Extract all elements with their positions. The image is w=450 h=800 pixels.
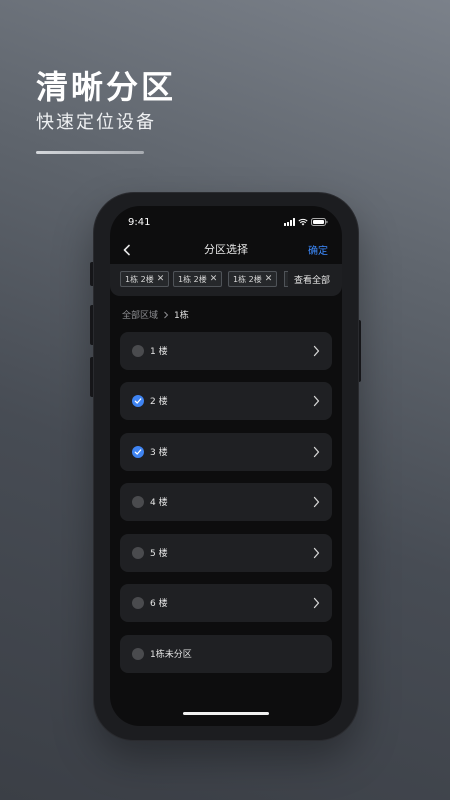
close-icon[interactable]: ✕	[157, 274, 165, 284]
radio-unchecked-icon[interactable]	[132, 345, 144, 357]
close-icon[interactable]: ✕	[265, 274, 273, 284]
radio-unchecked-icon[interactable]	[132, 496, 144, 508]
floor-label: 4 楼	[150, 498, 168, 508]
checkmark-icon[interactable]	[132, 395, 144, 407]
hero-divider	[36, 151, 144, 154]
floor-item[interactable]: 1栋未分区	[120, 635, 332, 673]
selected-chip[interactable]: 1栋 2楼 ✕	[173, 271, 223, 287]
phone-screen: 9:41 分区选择 确定 1栋 2楼 ✕ 1栋 2楼 ✕ 1栋 2楼 ✕ 查看全…	[110, 206, 342, 726]
home-indicator	[183, 712, 269, 715]
breadcrumb: 全部区域 1栋	[122, 308, 189, 321]
floor-item[interactable]: 5 楼	[120, 534, 332, 572]
floor-item[interactable]: 1 楼	[120, 332, 332, 370]
selected-chip-partial	[284, 271, 288, 287]
floor-label: 1栋未分区	[150, 650, 192, 660]
status-icons	[284, 218, 328, 226]
hero-subtitle: 快速定位设备	[36, 112, 156, 133]
view-all-button[interactable]: 查看全部	[289, 273, 330, 286]
chip-label: 1栋 2楼	[233, 274, 262, 284]
chevron-right-icon[interactable]	[313, 446, 320, 458]
close-icon[interactable]: ✕	[210, 274, 218, 284]
selected-chip[interactable]: 1栋 2楼 ✕	[120, 271, 170, 287]
chevron-right-icon[interactable]	[313, 547, 320, 559]
chevron-right-icon[interactable]	[313, 345, 320, 357]
floor-label: 1 楼	[150, 347, 168, 357]
selected-chips-bar: 1栋 2楼 ✕ 1栋 2楼 ✕ 1栋 2楼 ✕ 查看全部	[110, 264, 342, 296]
chip-label: 1栋 2楼	[178, 274, 207, 284]
signal-icon	[284, 218, 295, 226]
floor-label: 3 楼	[150, 448, 168, 458]
radio-unchecked-icon[interactable]	[132, 547, 144, 559]
nav-bar: 分区选择 确定	[110, 236, 342, 264]
wifi-icon	[298, 218, 308, 226]
breadcrumb-current: 1栋	[174, 311, 189, 321]
radio-unchecked-icon[interactable]	[132, 648, 144, 660]
checkmark-icon[interactable]	[132, 446, 144, 458]
selected-chip[interactable]: 1栋 2楼 ✕	[228, 271, 278, 287]
chevron-right-icon[interactable]	[313, 496, 320, 508]
floor-item[interactable]: 2 楼	[120, 382, 332, 420]
hero-title: 清晰分区	[36, 68, 177, 106]
floor-label: 2 楼	[150, 397, 168, 407]
chip-label: 1栋 2楼	[125, 274, 154, 284]
chevron-right-icon[interactable]	[313, 597, 320, 609]
floor-item[interactable]: 4 楼	[120, 483, 332, 521]
status-time: 9:41	[128, 217, 151, 228]
confirm-button[interactable]: 确定	[308, 242, 328, 257]
battery-icon	[311, 218, 328, 226]
breadcrumb-root[interactable]: 全部区域	[122, 308, 158, 321]
floor-label: 6 楼	[150, 599, 168, 609]
floor-label: 5 楼	[150, 549, 168, 559]
status-bar: 9:41	[110, 214, 342, 232]
chevron-right-icon[interactable]	[313, 395, 320, 407]
floor-item[interactable]: 3 楼	[120, 433, 332, 471]
breadcrumb-separator-icon	[164, 311, 169, 318]
radio-unchecked-icon[interactable]	[132, 597, 144, 609]
floor-item[interactable]: 6 楼	[120, 584, 332, 622]
